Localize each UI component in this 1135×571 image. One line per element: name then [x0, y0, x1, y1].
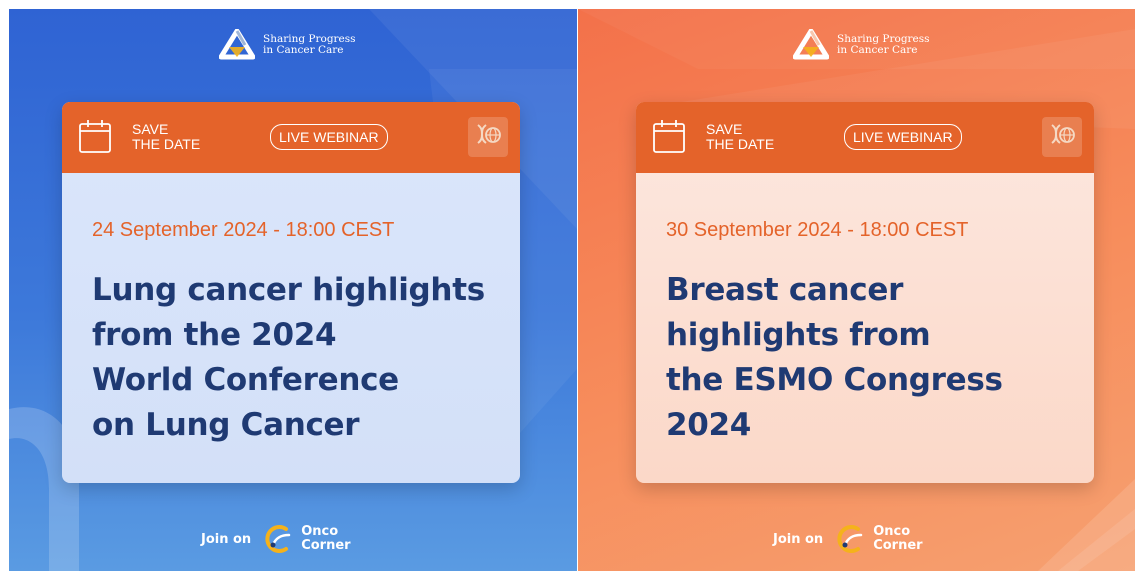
brand-line-2: in Cancer Care: [837, 44, 918, 56]
brand-name: Sharing Progress in Cancer Care: [837, 34, 930, 56]
card-header: SAVE THE DATE LIVE WEBINAR: [636, 102, 1094, 173]
right-webinar-poster: Sharing Progress in Cancer Care SAVE THE…: [578, 9, 1135, 571]
join-onco-corner: Join on Onco Corner: [773, 521, 923, 557]
save-line-2: THE DATE: [132, 136, 201, 152]
onco-corner-name: Onco Corner: [301, 525, 350, 553]
title-line: 2024: [666, 407, 752, 443]
title-line: World Conference: [92, 362, 399, 398]
triangle-ribbon-icon: [219, 29, 255, 60]
join-label: Join on: [201, 531, 252, 547]
onco-line-1: Onco: [873, 524, 911, 539]
event-card: SAVE THE DATE LIVE WEBINAR 24 September …: [62, 102, 520, 483]
event-title: Breast cancer highlights from the ESMO C…: [666, 268, 1086, 448]
left-webinar-poster: Sharing Progress in Cancer Care SAVE THE…: [9, 9, 577, 571]
join-onco-corner: Join on Onco Corner: [201, 521, 351, 557]
onco-corner-logo-icon: [837, 525, 863, 553]
triangle-ribbon-icon: [793, 29, 829, 60]
title-line: Breast cancer: [666, 272, 904, 308]
save-the-date-label: SAVE THE DATE: [706, 122, 774, 152]
title-line: the ESMO Congress: [666, 362, 1003, 398]
event-date: 24 September 2024 - 18:00 CEST: [92, 219, 395, 241]
calendar-icon: [79, 120, 111, 153]
title-line: from the 2024: [92, 317, 337, 353]
live-webinar-badge: LIVE WEBINAR: [844, 124, 962, 150]
title-line: highlights from: [666, 317, 931, 353]
dna-globe-icon: [1042, 117, 1082, 157]
brand-line-2: in Cancer Care: [263, 44, 344, 56]
save-line-2: THE DATE: [706, 136, 775, 152]
title-line: on Lung Cancer: [92, 407, 360, 443]
dna-globe-icon: [468, 117, 508, 157]
onco-line-1: Onco: [301, 524, 339, 539]
calendar-icon: [653, 120, 685, 153]
event-title: Lung cancer highlights from the 2024 Wor…: [92, 268, 512, 448]
onco-corner-name: Onco Corner: [873, 525, 922, 553]
card-header: SAVE THE DATE LIVE WEBINAR: [62, 102, 520, 173]
save-the-date-label: SAVE THE DATE: [132, 122, 200, 152]
brand-header: Sharing Progress in Cancer Care: [219, 29, 356, 61]
save-line-1: SAVE: [706, 121, 743, 137]
save-line-1: SAVE: [132, 121, 169, 137]
onco-line-2: Corner: [873, 538, 923, 553]
event-date: 30 September 2024 - 18:00 CEST: [666, 219, 969, 241]
brand-header: Sharing Progress in Cancer Care: [793, 29, 930, 61]
onco-corner-logo-icon: [265, 525, 291, 553]
event-card: SAVE THE DATE LIVE WEBINAR 30 September …: [636, 102, 1094, 483]
onco-line-2: Corner: [301, 538, 351, 553]
join-label: Join on: [773, 531, 824, 547]
brand-name: Sharing Progress in Cancer Care: [263, 34, 356, 56]
title-line: Lung cancer highlights: [92, 272, 485, 308]
live-webinar-badge: LIVE WEBINAR: [270, 124, 388, 150]
